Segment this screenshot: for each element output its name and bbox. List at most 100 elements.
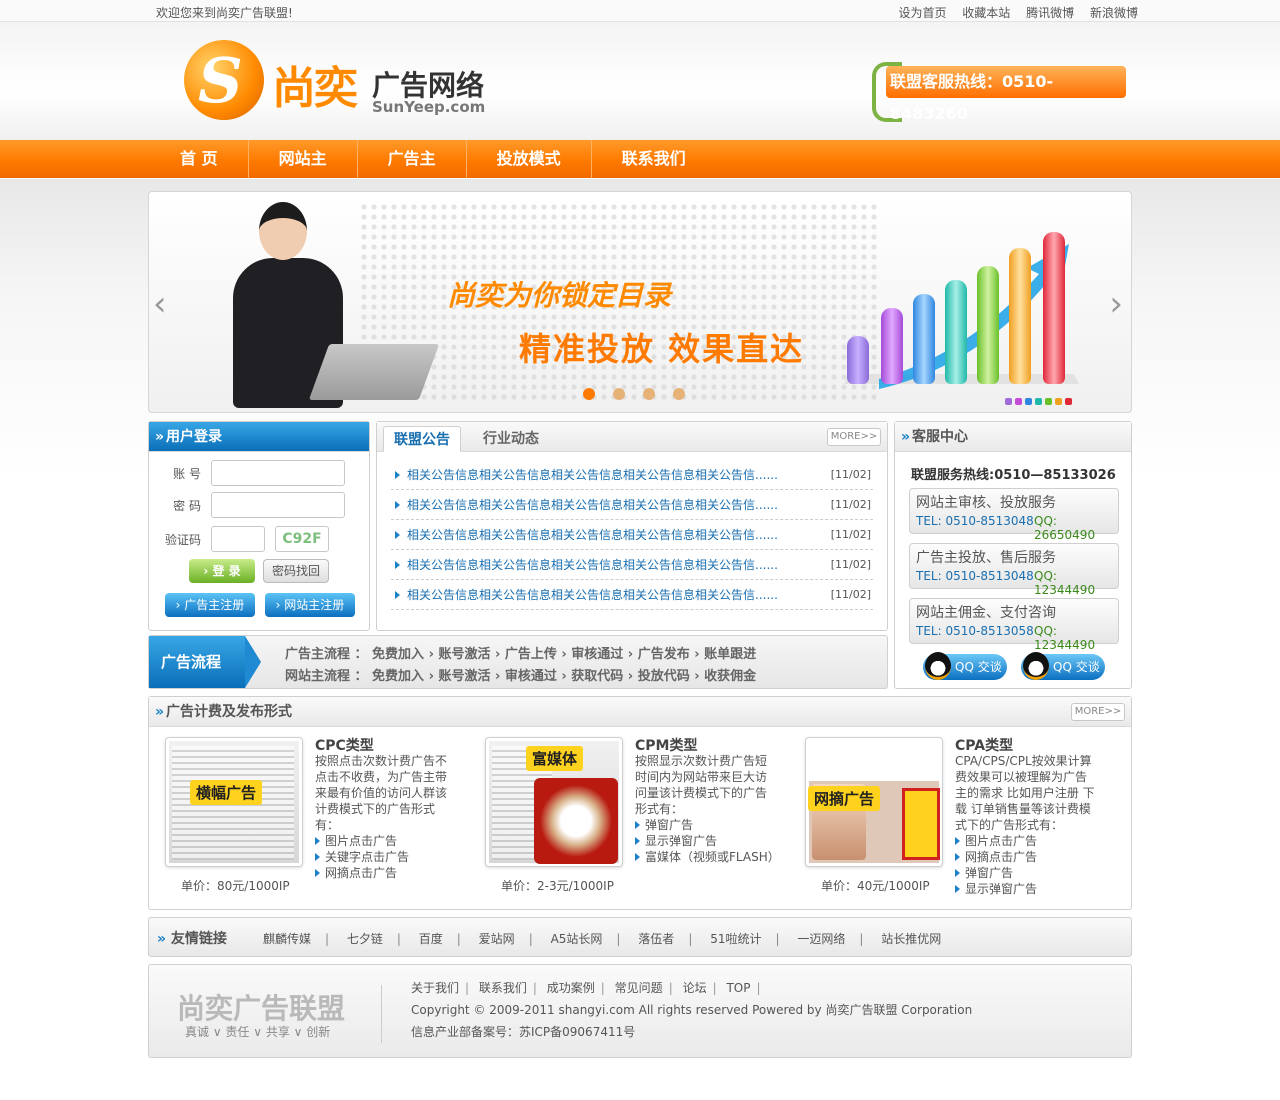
tencent-weibo-link[interactable]: 腾讯微博	[1026, 6, 1074, 20]
site-logo[interactable]: S 尚奕 广告网络 SunYeep.com	[184, 38, 504, 124]
carousel-dot-3[interactable]	[643, 388, 655, 400]
double-chevron-icon: »	[901, 429, 911, 445]
publisher-register-label: 网站主注册	[284, 598, 345, 612]
captcha-input[interactable]	[211, 526, 265, 552]
chevron-left-icon[interactable]: ‹	[153, 284, 167, 324]
double-chevron-icon: »	[157, 931, 167, 947]
qq-penguin-icon	[1023, 652, 1049, 680]
pricing-cpa: 网摘广告 CPA类型 CPA/CPS/CPL按效果计算费效果可以被理解为广告主的…	[789, 737, 1099, 907]
qq-chat-label: QQ 交谈	[1053, 660, 1100, 674]
footer-link-cases[interactable]: 成功案例	[547, 981, 595, 995]
service-tel: TEL: 0510-8513048	[916, 569, 1034, 583]
service-title-text: 客服中心	[912, 429, 969, 445]
friend-links-title-text: 友情链接	[170, 931, 227, 947]
password-row: 密 码	[149, 492, 371, 518]
qq-chat-button-1[interactable]: QQ 交谈	[923, 652, 1007, 680]
news-more-button[interactable]: MORE>>	[827, 428, 881, 446]
list-item[interactable]: 相关公告信息相关公告信息相关公告信息相关公告信息相关公告信...... [11/0…	[391, 550, 873, 580]
footer-divider	[381, 985, 382, 1043]
password-input[interactable]	[211, 492, 345, 518]
nav-contact[interactable]: 联系我们	[592, 140, 716, 178]
footer-link-about[interactable]: 关于我们	[411, 981, 459, 995]
tab-announcements[interactable]: 联盟公告	[383, 426, 461, 452]
service-tel: TEL: 0510-8513058	[916, 624, 1034, 638]
friend-link[interactable]: A5站长网	[551, 932, 603, 946]
process-tag: 广告流程	[149, 636, 261, 688]
pricing-panel: » 广告计费及发布形式 MORE>> 横幅广告 CPC类型 按照点击次数计费广告不…	[148, 696, 1132, 910]
header: S 尚奕 广告网络 SunYeep.com 联盟客服热线：0510-848326…	[0, 22, 1280, 140]
friend-link[interactable]: 百度	[419, 932, 443, 946]
news-title: 相关公告信息相关公告信息相关公告信息相关公告信息相关公告信......	[407, 558, 778, 572]
advertiser-register-button[interactable]: › 广告主注册	[165, 593, 255, 617]
tab-industry-news[interactable]: 行业动态	[473, 426, 549, 452]
set-homepage-link[interactable]: 设为首页	[898, 6, 946, 20]
friend-link[interactable]: 51啦统计	[710, 932, 761, 946]
chevron-right-icon[interactable]: ›	[1109, 284, 1123, 324]
friend-link[interactable]: 站长推优网	[881, 932, 941, 946]
captcha-image[interactable]: C92F	[275, 526, 329, 552]
logo-s-icon: S	[184, 40, 264, 120]
nav-advertiser[interactable]: 广告主	[358, 140, 467, 178]
login-button[interactable]: › 登 录	[189, 559, 255, 583]
find-password-button[interactable]: 密码找回	[263, 559, 329, 583]
pricing-form-item: 富媒体（视频或FLASH）	[635, 849, 780, 865]
list-item[interactable]: 相关公告信息相关公告信息相关公告信息相关公告信息相关公告信...... [11/0…	[391, 580, 873, 610]
nav-publisher[interactable]: 网站主	[249, 140, 358, 178]
news-panel: 联盟公告 行业动态 MORE>> 相关公告信息相关公告信息相关公告信息相关公告信…	[376, 421, 888, 631]
friend-link[interactable]: 麒麟传媒	[263, 932, 311, 946]
news-tabs: 联盟公告 行业动态 MORE>>	[377, 422, 887, 452]
service-hotline: 联盟服务热线:0510—85133026	[911, 468, 1116, 483]
banner-ad-thumbnail[interactable]: 横幅广告	[165, 737, 303, 867]
nav-ad-modes[interactable]: 投放模式	[467, 140, 592, 178]
carousel-dot-2[interactable]	[613, 388, 625, 400]
footer-link-faq[interactable]: 常见问题	[615, 981, 663, 995]
service-qq: QQ: 12344490	[1034, 624, 1096, 652]
list-item[interactable]: 相关公告信息相关公告信息相关公告信息相关公告信息相关公告信...... [11/0…	[391, 520, 873, 550]
news-title: 相关公告信息相关公告信息相关公告信息相关公告信息相关公告信......	[407, 588, 778, 602]
friend-link[interactable]: 落伍者	[638, 932, 674, 946]
login-title-text: 用户登录	[166, 429, 223, 445]
pricing-form-item: 网摘点击广告	[315, 865, 455, 881]
friend-links-bar: » 友情链接 麒麟传媒 | 七夕链 | 百度 | 爱站网 | A5站长网 | 落伍者 | 5…	[148, 917, 1132, 957]
account-input[interactable]	[211, 460, 345, 486]
news-list: 相关公告信息相关公告信息相关公告信息相关公告信息相关公告信...... [11/0…	[391, 460, 873, 610]
web-digest-thumbnail[interactable]: 网摘广告	[805, 737, 943, 867]
footer-logo: 尚奕广告联盟	[177, 992, 346, 1025]
footer: 尚奕广告联盟 真诚 ∨ 责任 ∨ 共享 ∨ 创新 关于我们 | 联系我们 | 成功案…	[148, 964, 1132, 1058]
friend-link[interactable]: 爱站网	[479, 932, 515, 946]
footer-link-top[interactable]: TOP	[726, 981, 750, 995]
service-name: 广告主投放、售后服务	[916, 550, 1056, 566]
pricing-more-button[interactable]: MORE>>	[1071, 703, 1125, 721]
account-row: 账 号	[149, 460, 371, 486]
news-date: [11/02]	[830, 558, 871, 571]
top-bar: 欢迎您来到尚奕广告联盟! 设为首页 收藏本站 腾讯微博 新浪微博	[0, 0, 1280, 22]
pricing-unit-price: 单价：80元/1000IP	[181, 879, 290, 893]
list-item[interactable]: 相关公告信息相关公告信息相关公告信息相关公告信息相关公告信...... [11/0…	[391, 460, 873, 490]
bookmark-link[interactable]: 收藏本站	[962, 6, 1010, 20]
account-label: 账 号	[173, 467, 201, 481]
rich-media-thumbnail[interactable]: 富媒体	[485, 737, 623, 867]
footer-link-forum[interactable]: 论坛	[683, 981, 707, 995]
banner-subheadline: 精准投放 效果直达	[519, 330, 805, 368]
password-label: 密 码	[173, 499, 201, 513]
pricing-form-item: 图片点击广告	[315, 833, 455, 849]
friend-link[interactable]: 七夕链	[347, 932, 383, 946]
qq-chat-button-2[interactable]: QQ 交谈	[1021, 652, 1105, 680]
captcha-row: 验证码 C92F	[149, 526, 371, 552]
service-title: » 客服中心	[895, 422, 1131, 452]
double-chevron-icon: »	[155, 704, 165, 720]
service-card: 网站主佣金、支付咨询 TEL: 0510-8513058 QQ: 1234449…	[909, 598, 1119, 652]
carousel-dot-1[interactable]	[583, 388, 595, 400]
list-item[interactable]: 相关公告信息相关公告信息相关公告信息相关公告信息相关公告信...... [11/0…	[391, 490, 873, 520]
friend-link[interactable]: 一迈网络	[797, 932, 845, 946]
businesswoman-image	[219, 194, 440, 412]
news-title: 相关公告信息相关公告信息相关公告信息相关公告信息相关公告信......	[407, 468, 778, 482]
pricing-form-item: 显示弹窗广告	[955, 881, 1095, 897]
footer-link-contact[interactable]: 联系我们	[479, 981, 527, 995]
carousel-dot-4[interactable]	[673, 388, 685, 400]
nav-home[interactable]: 首 页	[150, 140, 249, 178]
friend-links-title: » 友情链接	[157, 928, 227, 948]
publisher-register-button[interactable]: › 网站主注册	[265, 593, 355, 617]
news-date: [11/02]	[830, 498, 871, 511]
sina-weibo-link[interactable]: 新浪微博	[1090, 6, 1138, 20]
